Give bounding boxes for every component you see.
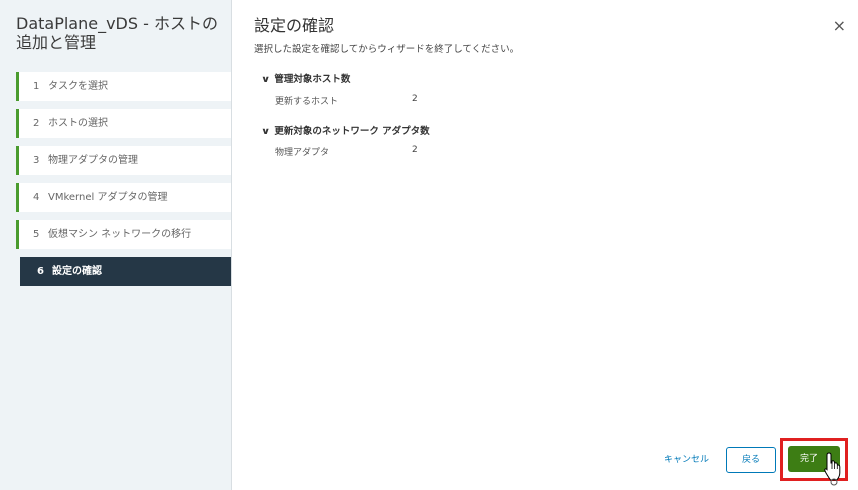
page-description: 選択した設定を確認してからウィザードを終了してください。	[254, 44, 520, 55]
wizard-title: DataPlane_vDS - ホストの追加と管理	[16, 14, 218, 52]
step-manage-vmkernel-adapters[interactable]: 4 VMkernel アダプタの管理	[16, 183, 231, 212]
row-value: 2	[412, 145, 418, 155]
hand-cursor-icon	[824, 452, 841, 486]
step-manage-physical-adapters[interactable]: 3 物理アダプタの管理	[16, 146, 231, 175]
row-label: 物理アダプタ	[275, 148, 330, 158]
wizard-content: 設定の確認 × 選択した設定を確認してからウィザードを終了してください。 ∨ 管理…	[232, 0, 858, 490]
step-migrate-vm-networking[interactable]: 5 仮想マシン ネットワークの移行	[16, 220, 231, 249]
step-ready-to-complete[interactable]: 6 設定の確認	[20, 257, 231, 286]
close-icon[interactable]: ×	[833, 16, 846, 35]
step-label: 設定の確認	[52, 266, 102, 277]
wizard-sidebar: DataPlane_vDS - ホストの追加と管理 1 タスクを選択 2 ホストの選…	[0, 0, 232, 490]
step-label: タスクを選択	[48, 81, 108, 92]
step-number: 3	[33, 155, 40, 166]
cancel-button[interactable]: キャンセル	[664, 452, 709, 465]
step-select-hosts[interactable]: 2 ホストの選択	[16, 109, 231, 138]
step-number: 1	[33, 81, 40, 92]
section-network-adapters[interactable]: ∨ 更新対象のネットワーク アダプタ数	[260, 123, 430, 137]
section-managed-hosts[interactable]: ∨ 管理対象ホスト数	[260, 71, 351, 85]
chevron-down-icon: ∨	[260, 75, 271, 85]
section-header: 管理対象ホスト数	[274, 74, 351, 85]
wizard-steps: 1 タスクを選択 2 ホストの選択 3 物理アダプタの管理 4 VMkernel アダプ…	[16, 72, 231, 294]
back-button[interactable]: 戻る	[726, 447, 776, 473]
row-label: 更新するホスト	[275, 97, 339, 107]
step-number: 2	[33, 118, 40, 129]
chevron-down-icon: ∨	[260, 127, 271, 137]
step-select-task[interactable]: 1 タスクを選択	[16, 72, 231, 101]
page-title: 設定の確認	[254, 16, 335, 35]
step-number: 5	[33, 229, 40, 240]
step-number: 6	[37, 266, 44, 277]
step-label: VMkernel アダプタの管理	[48, 192, 168, 203]
step-label: 仮想マシン ネットワークの移行	[48, 229, 192, 240]
row-value: 2	[412, 94, 418, 104]
step-number: 4	[33, 192, 40, 203]
step-label: 物理アダプタの管理	[48, 155, 138, 166]
section-header: 更新対象のネットワーク アダプタ数	[274, 126, 430, 137]
step-label: ホストの選択	[48, 118, 108, 129]
